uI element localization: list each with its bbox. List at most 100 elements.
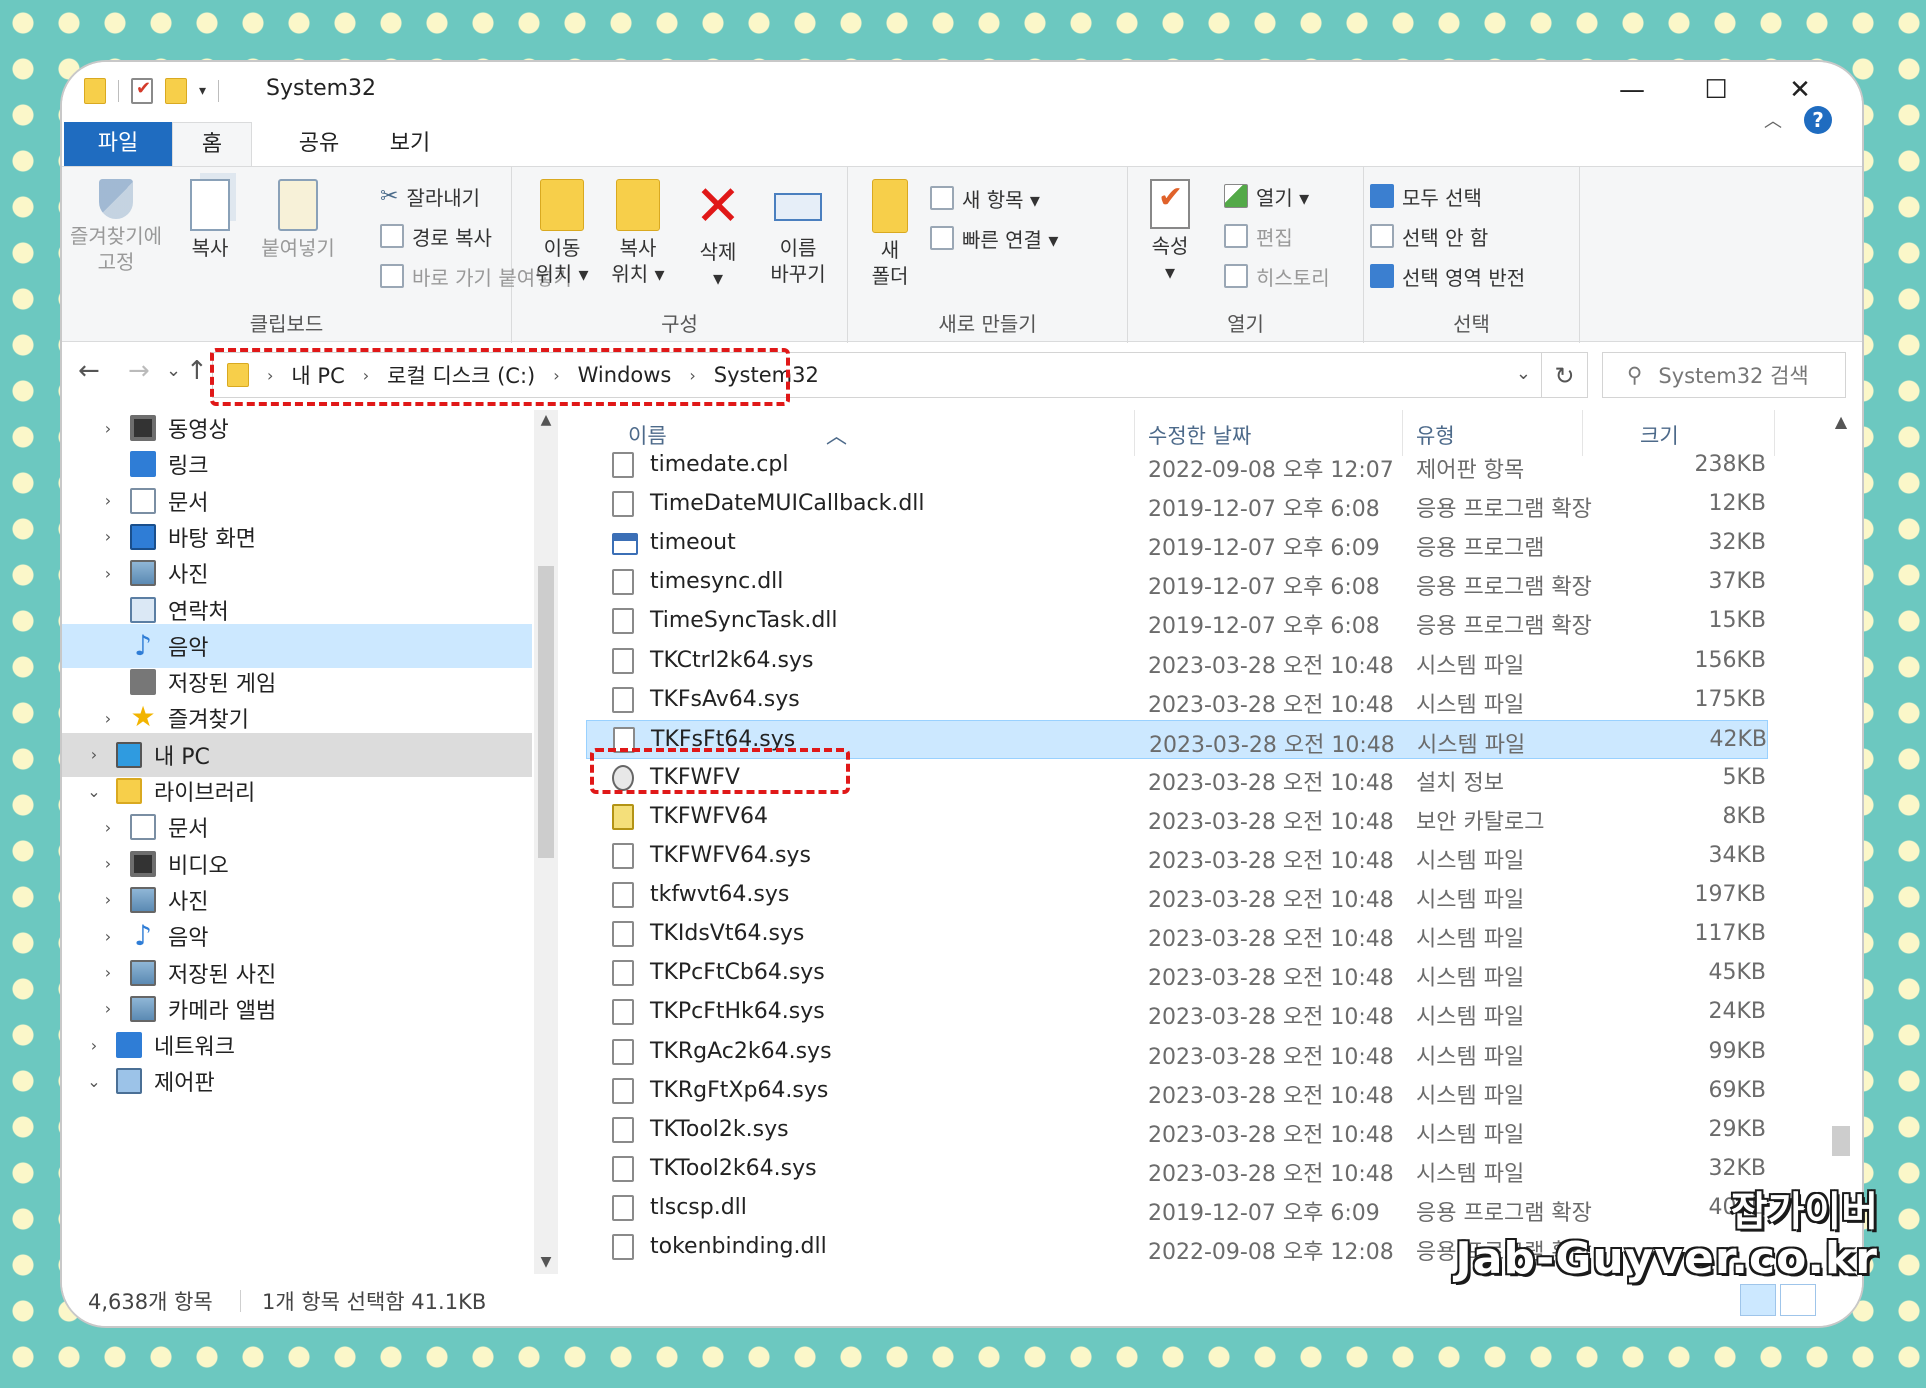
navigation-pane-scrollbar[interactable]: ▲ ▼ bbox=[534, 410, 558, 1274]
properties-icon[interactable] bbox=[131, 78, 153, 104]
watermark-korean: 잡가이버 bbox=[1730, 1189, 1878, 1235]
file-row[interactable]: TimeSyncTask.dll 2019-12-07 오후 6:08 응용 프로그… bbox=[586, 602, 1768, 641]
cut-button[interactable]: ✂ 잘라내기 bbox=[380, 179, 480, 213]
back-button[interactable]: ← bbox=[78, 356, 100, 386]
scrollbar-thumb[interactable] bbox=[538, 566, 554, 858]
scroll-up-arrow[interactable]: ▲ bbox=[534, 412, 558, 428]
properties-dropdown[interactable]: ▾ bbox=[1120, 259, 1220, 285]
file-icon bbox=[612, 608, 634, 635]
file-row[interactable]: TKCtrl2k64.sys 2023-03-28 오전 10:48 시스템 파일 1… bbox=[586, 642, 1768, 681]
file-row[interactable]: timeout 2019-12-07 오후 6:09 응용 프로그램 32KB bbox=[586, 524, 1768, 563]
file-size: 69KB bbox=[1708, 1077, 1766, 1103]
file-type: 시스템 파일 bbox=[1416, 1005, 1525, 1031]
library-icon bbox=[116, 778, 142, 804]
file-type: 제어판 항목 bbox=[1416, 458, 1525, 483]
properties-button[interactable]: 속성 ▾ bbox=[1120, 179, 1220, 285]
easy-access-button[interactable]: 빠른 연결 ▾ bbox=[930, 221, 1058, 255]
chevron-right-icon[interactable]: › bbox=[96, 818, 120, 837]
tab-home[interactable]: 홈 bbox=[172, 122, 252, 166]
scroll-down-arrow[interactable]: ▼ bbox=[534, 1254, 558, 1270]
chevron-down-icon[interactable]: ⌄ bbox=[82, 782, 106, 801]
open-button[interactable]: 열기 ▾ bbox=[1224, 179, 1309, 213]
file-name: timedate.cpl bbox=[650, 452, 789, 477]
chevron-down-icon[interactable]: ⌄ bbox=[82, 1072, 106, 1091]
new-item-button[interactable]: 새 항목 ▾ bbox=[930, 181, 1040, 215]
invert-selection-button[interactable]: 선택 영역 반전 bbox=[1370, 259, 1525, 293]
collapse-ribbon-icon[interactable]: ︿ bbox=[1764, 107, 1782, 133]
chevron-right-icon[interactable]: › bbox=[96, 999, 120, 1018]
up-button[interactable]: ↑ bbox=[186, 356, 208, 386]
file-size: 42KB bbox=[1709, 726, 1767, 752]
edit-button[interactable]: 편집 bbox=[1224, 219, 1293, 253]
file-date: 2023-03-28 오전 10:48 bbox=[1148, 1044, 1394, 1070]
tab-file[interactable]: 파일 bbox=[64, 122, 172, 166]
tab-view[interactable]: 보기 bbox=[360, 122, 460, 166]
tree-item-label: 즐겨찾기 bbox=[168, 708, 249, 734]
file-row[interactable]: TimeDateMUICallback.dll 2019-12-07 오후 6:0… bbox=[586, 485, 1768, 524]
select-all-button[interactable]: 모두 선택 bbox=[1370, 179, 1482, 213]
search-input[interactable]: System32 검색 bbox=[1658, 360, 1808, 390]
select-group: 모두 선택 선택 안 함 선택 영역 반전 선택 bbox=[1364, 167, 1580, 343]
recent-locations-button[interactable]: ⌄ bbox=[166, 360, 181, 381]
selected-file-highlight-box bbox=[590, 748, 850, 794]
large-icons-view-button[interactable] bbox=[1780, 1284, 1816, 1316]
address-history-dropdown[interactable]: ⌄ bbox=[1516, 363, 1531, 384]
column-divider[interactable] bbox=[1774, 410, 1775, 456]
tree-item[interactable]: ⌄ 제어판 bbox=[62, 1059, 532, 1103]
chevron-right-icon[interactable]: › bbox=[96, 890, 120, 909]
tree-item-label: 음악 bbox=[168, 635, 209, 661]
history-label: 히스토리 bbox=[1256, 265, 1330, 290]
new-folder-button[interactable]: 새 폴더 bbox=[840, 179, 940, 289]
copy-path-button[interactable]: 경로 복사 bbox=[380, 219, 492, 253]
help-icon[interactable]: ? bbox=[1804, 106, 1832, 134]
scrollbar-thumb[interactable] bbox=[1832, 1126, 1850, 1156]
details-view-button[interactable] bbox=[1740, 1284, 1776, 1316]
paste-button[interactable]: 붙여넣기 bbox=[248, 179, 348, 261]
file-row[interactable]: timedate.cpl 2022-09-08 오후 12:07 제어판 항목 238… bbox=[586, 446, 1768, 485]
file-row[interactable]: TKFWFV64 2023-03-28 오전 10:48 보안 카탈로그 8KB bbox=[586, 798, 1768, 837]
file-row[interactable]: TKRgFtXp64.sys 2023-03-28 오전 10:48 시스템 파일 6… bbox=[586, 1072, 1768, 1111]
file-row[interactable]: TKIdsVt64.sys 2023-03-28 오전 10:48 시스템 파일 11… bbox=[586, 915, 1768, 954]
chevron-right-icon[interactable]: › bbox=[96, 527, 120, 546]
rename-button[interactable]: 이름 바꾸기 bbox=[748, 179, 848, 287]
file-row[interactable]: tkfwvt64.sys 2023-03-28 오전 10:48 시스템 파일 197… bbox=[586, 876, 1768, 915]
file-row[interactable]: TKTool2k64.sys 2023-03-28 오전 10:48 시스템 파일 3… bbox=[586, 1150, 1768, 1189]
chevron-right-icon[interactable]: › bbox=[82, 1036, 106, 1055]
file-row[interactable]: TKPcFtCb64.sys 2023-03-28 오전 10:48 시스템 파일 4… bbox=[586, 954, 1768, 993]
chevron-right-icon[interactable]: › bbox=[96, 709, 120, 728]
maximize-button[interactable]: ☐ bbox=[1674, 68, 1758, 112]
invert-selection-label: 선택 영역 반전 bbox=[1402, 265, 1526, 290]
file-row[interactable]: TKPcFtHk64.sys 2023-03-28 오전 10:48 시스템 파일 2… bbox=[586, 993, 1768, 1032]
chevron-right-icon[interactable]: › bbox=[82, 745, 106, 764]
refresh-button[interactable]: ↻ bbox=[1542, 352, 1588, 398]
scroll-up-arrow[interactable]: ▲ bbox=[1828, 412, 1854, 431]
search-box[interactable]: ⚲ System32 검색 bbox=[1602, 352, 1846, 398]
minimize-button[interactable]: — bbox=[1590, 68, 1674, 112]
file-list-scrollbar[interactable]: ▲ ▼ bbox=[1828, 410, 1854, 1274]
file-row[interactable]: TKFsAv64.sys 2023-03-28 오전 10:48 시스템 파일 175… bbox=[586, 681, 1768, 720]
navigation-pane: › 동영상 링크 › 문서 › 바탕 화면 › 사진 연락처 ♪ 음악 저장된 게임 › ★ 즐겨찾기 › 내 P… bbox=[62, 410, 532, 1274]
chevron-right-icon[interactable]: › bbox=[96, 564, 120, 583]
file-date: 2019-12-07 오후 6:09 bbox=[1148, 1200, 1380, 1226]
file-row[interactable]: TKFWFV64.sys 2023-03-28 오전 10:48 시스템 파일 34K… bbox=[586, 837, 1768, 876]
forward-button[interactable]: → bbox=[128, 356, 150, 386]
tab-share[interactable]: 공유 bbox=[274, 122, 364, 166]
file-row[interactable]: TKTool2k.sys 2023-03-28 오전 10:48 시스템 파일 29K… bbox=[586, 1111, 1768, 1150]
chevron-right-icon[interactable]: › bbox=[96, 854, 120, 873]
tree-item-label: 저장된 사진 bbox=[168, 962, 277, 988]
file-size: 197KB bbox=[1694, 882, 1766, 908]
pin-to-quick-access-button[interactable]: 즐겨찾기에 고정 bbox=[66, 179, 166, 275]
file-row[interactable]: TKRgAc2k64.sys 2023-03-28 오전 10:48 시스템 파일 9… bbox=[586, 1033, 1768, 1072]
customize-toolbar-dropdown[interactable]: ▾ bbox=[199, 83, 206, 99]
chevron-right-icon[interactable]: › bbox=[96, 419, 120, 438]
easy-access-icon bbox=[930, 226, 954, 250]
chevron-right-icon[interactable]: › bbox=[96, 963, 120, 982]
chevron-right-icon[interactable]: › bbox=[96, 491, 120, 510]
chevron-right-icon[interactable]: › bbox=[96, 927, 120, 946]
new-folder-icon[interactable] bbox=[165, 78, 187, 104]
file-name: TimeSyncTask.dll bbox=[650, 608, 838, 634]
copy-button[interactable]: 복사 bbox=[160, 179, 260, 261]
select-none-button[interactable]: 선택 안 함 bbox=[1370, 219, 1488, 253]
history-button[interactable]: 히스토리 bbox=[1224, 259, 1330, 293]
file-row[interactable]: timesync.dll 2019-12-07 오후 6:08 응용 프로그램 확장… bbox=[586, 563, 1768, 602]
